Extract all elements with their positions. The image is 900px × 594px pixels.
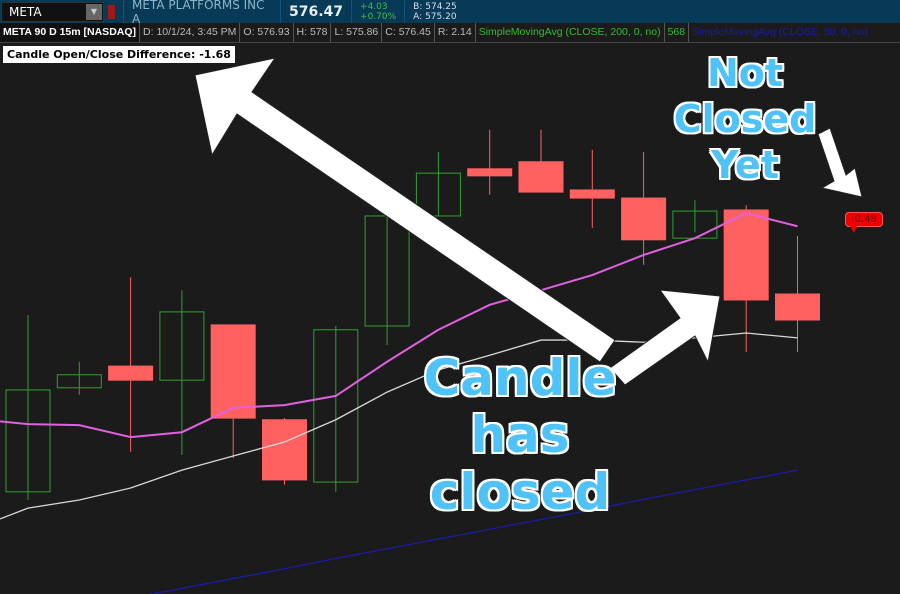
annotation-has-closed: Candle has closed [420, 350, 620, 521]
annotation-not-closed: Not Closed Yet [665, 50, 825, 188]
annotation-line: Yet [711, 143, 779, 187]
annotation-line: Candle [423, 349, 617, 407]
annotation-line: Not [706, 51, 784, 95]
annotation-line: has [470, 406, 570, 464]
annotation-line: closed [429, 463, 611, 521]
arrow-up-right-icon [609, 289, 721, 386]
double-arrow-icon [194, 57, 616, 363]
annotation-line: Closed [673, 97, 817, 141]
